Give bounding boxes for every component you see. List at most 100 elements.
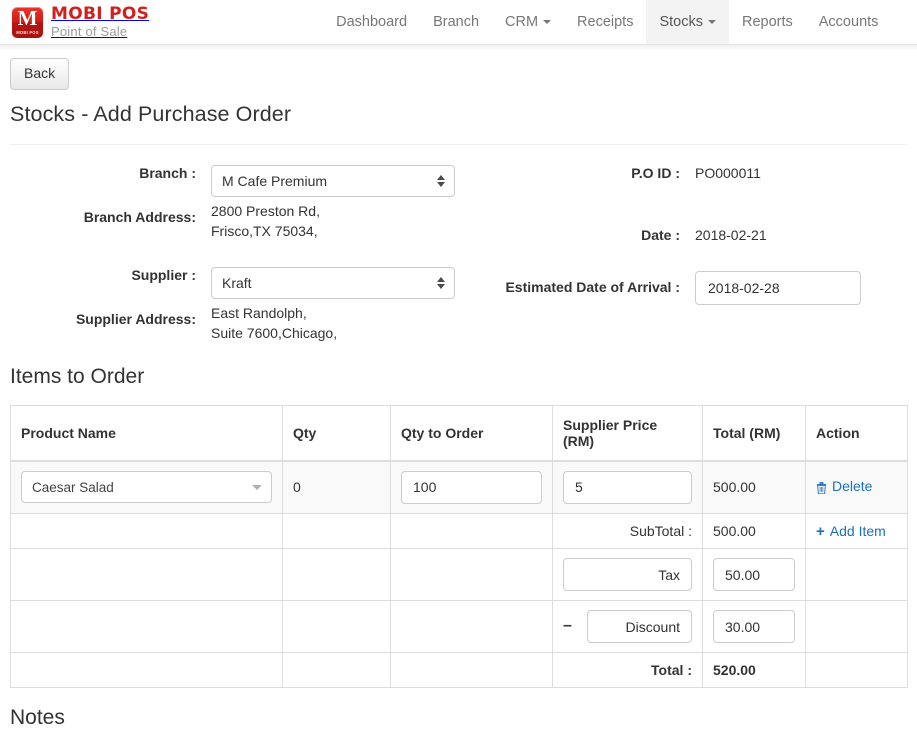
cell-qty-to-order: 100 (390, 460, 553, 514)
cell-empty (390, 652, 553, 689)
delete-item-label: Delete (832, 478, 873, 495)
po-id-label: P.O ID : (631, 164, 680, 181)
supplier-price-value: 5 (575, 479, 583, 496)
branch-label: Branch : (139, 164, 196, 181)
supplier-address-line2: Suite 7600,Chicago, (211, 324, 338, 341)
supplier-select[interactable]: Kraft (211, 266, 455, 299)
chevron-down-icon (252, 485, 262, 491)
cell-empty (282, 548, 391, 602)
delete-item-link[interactable]: Delete (816, 478, 873, 495)
nav-label: Reports (741, 14, 793, 30)
add-item-label: Add Item (829, 523, 886, 540)
items-heading: Items to Order (10, 364, 145, 388)
supplier-address-label: Supplier Address: (75, 310, 196, 327)
eta-row: Estimated Date of Arrival : 2018-02-28 (488, 270, 907, 305)
cell-empty (805, 600, 908, 654)
nav-item-crm[interactable]: CRM (492, 0, 564, 44)
supplier-select-value: Kraft (222, 274, 252, 291)
cell-empty (390, 512, 553, 550)
branch-address-row: Branch Address: 2800 Preston Rd, Frisco,… (10, 201, 480, 241)
col-total: Total (RM) (702, 404, 806, 462)
logo-letter: M (17, 5, 38, 30)
supplier-address-row: Supplier Address: East Randolph, Suite 7… (10, 303, 480, 343)
cell-tax-value: 50.00 (702, 548, 806, 602)
branch-address-line1: 2800 Preston Rd, (211, 202, 320, 219)
branch-row: Branch : M Cafe Premium (10, 157, 480, 197)
cell-empty (805, 652, 908, 689)
nav-label: Accounts (818, 14, 879, 30)
discount-value: 30.00 (725, 618, 761, 635)
nav-links: Dashboard Branch CRM Receipts Stocks Rep… (323, 0, 891, 44)
eta-input[interactable]: 2018-02-28 (695, 270, 861, 305)
items-table: Product Name Qty Qty to Order Supplier P… (10, 404, 908, 689)
cell-empty (10, 652, 283, 689)
branch-address-label: Branch Address: (83, 208, 196, 225)
tax-value-input[interactable]: 50.00 (713, 558, 795, 592)
cell-empty (390, 548, 553, 602)
select-spinner-icon (437, 174, 445, 187)
col-supplier-price: Supplier Price (RM) (552, 404, 703, 462)
cell-supplier-price: 5 (552, 460, 703, 514)
mobipos-logo-icon: M MOBI POS (12, 5, 43, 38)
table-header-row: Product Name Qty Qty to Order Supplier P… (10, 404, 908, 462)
col-qty-to-order: Qty to Order (390, 404, 553, 462)
table-row: Caesar Salad 0 100 5 500.00 Delete (10, 460, 908, 514)
supplier-row: Supplier : Kraft (10, 259, 480, 299)
cell-empty (282, 512, 391, 550)
back-button[interactable]: Back (10, 58, 70, 90)
col-qty: Qty (282, 404, 391, 462)
logo-badge-text: MOBI POS (16, 29, 39, 35)
supplier-price-input[interactable]: 5 (563, 470, 692, 504)
nav-item-receipts[interactable]: Receipts (564, 0, 646, 44)
branch-address-line2: Frisco,TX 75034, (211, 222, 318, 239)
total-value: 520.00 (702, 652, 806, 689)
plus-icon: + (816, 522, 825, 540)
qty-to-order-value: 100 (413, 479, 437, 496)
cell-add-item: + Add Item (805, 512, 908, 550)
cell-product-name: Caesar Salad (10, 460, 283, 514)
nav-item-branch[interactable]: Branch (420, 0, 492, 44)
divider (10, 143, 907, 145)
nav-item-accounts[interactable]: Accounts (806, 0, 892, 44)
select-spinner-icon (437, 276, 445, 289)
form-left-column: Branch : M Cafe Premium Branch Address: … (10, 157, 480, 347)
nav-label: Dashboard (336, 14, 408, 30)
discount-value-input[interactable]: 30.00 (713, 610, 795, 644)
trash-icon (816, 481, 827, 495)
nav-item-reports[interactable]: Reports (729, 0, 806, 44)
form-right-column: P.O ID : PO000011 Date : 2018-02-21 Esti… (480, 157, 907, 347)
supplier-address-line1: East Randolph, (211, 304, 307, 321)
po-id-value: PO000011 (695, 164, 761, 181)
product-select[interactable]: Caesar Salad (21, 471, 272, 504)
eta-input-value: 2018-02-28 (708, 279, 780, 296)
cell-action: Delete (805, 460, 908, 514)
cell-empty (805, 548, 908, 602)
cell-total: 500.00 (702, 460, 806, 514)
discount-input[interactable]: Discount (586, 610, 692, 644)
subtotal-value: 500.00 (702, 512, 806, 550)
cell-tax-label: Tax (552, 548, 703, 602)
add-item-link[interactable]: + Add Item (816, 523, 886, 539)
tax-row: Tax 50.00 (10, 548, 908, 602)
chevron-down-icon (707, 20, 716, 24)
cell-empty (10, 548, 283, 602)
brand-logo[interactable]: M MOBI POS MOBI POS Point of Sale (0, 0, 149, 44)
date-value: 2018-02-21 (695, 226, 767, 243)
date-label: Date : (641, 226, 680, 243)
tax-value: 50.00 (725, 566, 761, 583)
purchase-order-form: Branch : M Cafe Premium Branch Address: … (10, 157, 907, 347)
nav-item-dashboard[interactable]: Dashboard (323, 0, 420, 44)
cell-discount-value: 30.00 (702, 600, 806, 654)
eta-label: Estimated Date of Arrival : (505, 278, 680, 295)
subtotal-label: SubTotal : (552, 512, 703, 550)
brand-title: MOBI POS (51, 4, 150, 24)
cell-qty: 0 (282, 460, 391, 514)
nav-item-stocks[interactable]: Stocks (646, 0, 729, 44)
brand-subtitle: Point of Sale (51, 24, 128, 39)
discount-label: Discount (625, 618, 680, 635)
page-container: Back Stocks - Add Purchase Order Branch … (0, 45, 917, 730)
tax-input[interactable]: Tax (563, 558, 692, 592)
product-select-value: Caesar Salad (32, 479, 114, 495)
qty-to-order-input[interactable]: 100 (401, 470, 542, 504)
branch-select[interactable]: M Cafe Premium (211, 164, 455, 197)
